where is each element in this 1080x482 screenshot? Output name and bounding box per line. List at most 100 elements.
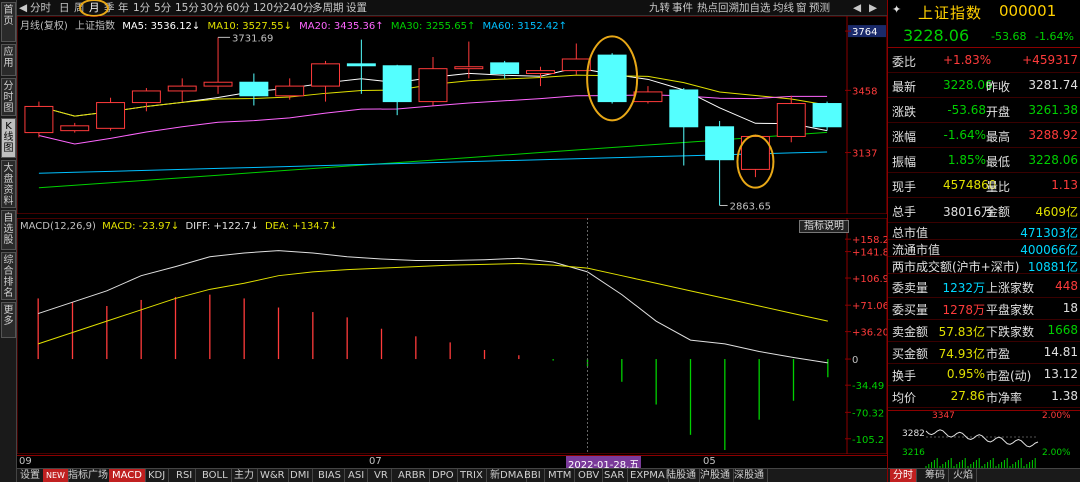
candle-12 — [454, 66, 484, 70]
period-14[interactable]: 设置 — [346, 1, 367, 15]
left-tab-7[interactable]: 更多 — [1, 302, 16, 338]
toolbar-right-4[interactable]: 均线 — [773, 1, 794, 15]
period-13[interactable]: 多周期 — [312, 1, 344, 15]
candle-20 — [740, 135, 770, 170]
left-tab-3[interactable]: K线图 — [1, 118, 16, 158]
indicator-tab-19[interactable]: OBV — [575, 469, 604, 482]
mini-tab-2[interactable]: 火焰 — [950, 469, 977, 482]
indicator-tab-3[interactable]: MACD — [109, 469, 146, 482]
indicator-tab-11[interactable]: ASI — [345, 469, 369, 482]
indicator-tab-24[interactable]: 深股通 — [731, 469, 768, 482]
diff-line — [38, 250, 828, 364]
candle-18 — [669, 89, 699, 128]
quote-row-2: 涨跌 -53.68 开盘 3261.38 — [888, 98, 1080, 123]
left-tab-2[interactable]: 分时图 — [1, 78, 16, 116]
high-label: 3731.69 — [232, 33, 273, 44]
left-tab-5[interactable]: 自选股 — [1, 210, 16, 250]
mini-tab-0[interactable]: 分时 — [890, 469, 917, 482]
period-6[interactable]: 1分 — [133, 1, 150, 15]
star-icon[interactable]: ✦ — [892, 3, 901, 16]
quote-value-6: 38016万 — [943, 205, 994, 219]
period-8[interactable]: 15分 — [175, 1, 199, 15]
indicator-tab-6[interactable]: BOLL — [199, 469, 232, 482]
macd-chart[interactable]: +158.2 +141.8 +106.9 +71.06 +36.20 0 -34.49 -70… — [16, 217, 889, 455]
quote-change-pct: -1.64% — [1035, 30, 1074, 43]
time-label-07: 07 — [369, 456, 382, 467]
indicator-tab-15[interactable]: TRIX — [457, 469, 487, 482]
candle-19 — [705, 126, 735, 161]
quote-value2-6: 4609亿 — [1035, 205, 1078, 219]
indicator-tab-7[interactable]: 主力 — [231, 469, 258, 482]
toolbar-right-0[interactable]: 九转 — [649, 1, 670, 15]
indicator-help-button[interactable]: 指标说明 — [799, 220, 849, 233]
indicator-tab-14[interactable]: DPO — [429, 469, 458, 482]
candle-1 — [60, 125, 90, 132]
indicator-tab-22[interactable]: 陆股通 — [663, 469, 700, 482]
mini-intraday-chart[interactable]: 3347 3282 3216 2.00% 2.00% — [888, 410, 1080, 469]
indicator-tab-5[interactable]: RSI — [173, 469, 197, 482]
period-1[interactable]: 日 — [59, 1, 70, 15]
quote-value-3: -1.64% — [943, 128, 986, 142]
period-5[interactable]: 年 — [118, 1, 129, 15]
left-tab-1[interactable]: 应用 — [1, 44, 16, 76]
candle-8 — [311, 63, 340, 87]
candle-0 — [24, 105, 54, 134]
indicator-tab-12[interactable]: VR — [371, 469, 392, 482]
prev-arrow-icon[interactable]: ◀ — [853, 1, 861, 15]
toolbar-right-6[interactable]: 预测 — [809, 1, 830, 15]
indicator-tab-0[interactable]: 设置 — [17, 469, 44, 482]
period-10[interactable]: 60分 — [226, 1, 250, 15]
indicator-tab-17[interactable]: BBI — [521, 469, 545, 482]
toolbar-right-1[interactable]: 事件 — [672, 1, 693, 15]
kline-chart[interactable]: 3731.69 2863.65 3764 3458 3137 月线(复权) 上证指数 M… — [16, 15, 888, 215]
indicator-tab-4[interactable]: KDJ — [145, 469, 170, 482]
candle-7 — [275, 85, 305, 97]
stats-label-5: 均价 — [892, 391, 917, 405]
period-0[interactable]: 分时 — [30, 1, 51, 15]
quote-row-3: 涨幅 -1.64% 最高 3288.92 — [888, 123, 1080, 148]
stats-value-2: 57.83亿 — [938, 325, 985, 339]
period-9[interactable]: 30分 — [200, 1, 224, 15]
market-row-0: 总市值 471303亿 — [888, 223, 1080, 240]
mini-price-line — [925, 429, 1039, 448]
indicator-tabs: 设置 NEW 指标广场 MACD KDJ RSI BOLL 主力 W&R DMI BIAS ASI VR… — [17, 468, 887, 482]
period-7[interactable]: 5分 — [154, 1, 171, 15]
back-arrow-icon[interactable]: ◀ — [19, 1, 27, 15]
quote-value2-0: +459317 — [1022, 53, 1078, 67]
indicator-tab-9[interactable]: DMI — [287, 469, 314, 482]
stats-label2-1: 平盘家数 — [986, 303, 1035, 317]
indicator-tab-20[interactable]: SAR — [601, 469, 629, 482]
next-arrow-icon[interactable]: ▶ — [869, 1, 877, 15]
toolbar-right-3[interactable]: 加自选 — [739, 1, 771, 15]
ma60-value: MA60: 3152.42↑ — [482, 21, 567, 32]
left-tab-0[interactable]: 首页 — [1, 2, 16, 42]
indicator-tab-13[interactable]: ARBR — [395, 469, 430, 482]
indicator-tab-23[interactable]: 沪股通 — [697, 469, 734, 482]
left-tab-4[interactable]: 大盘资料 — [1, 160, 16, 208]
quote-value-5: 4574860 — [943, 178, 997, 192]
macd-tick-label-4: +36.20 — [852, 328, 887, 339]
indicator-tab-2[interactable]: 指标广场 — [65, 469, 112, 482]
candle-4 — [167, 85, 197, 92]
stats-value2-1: 18 — [1062, 301, 1078, 315]
quote-price: 3228.06 — [903, 26, 970, 45]
period-12[interactable]: 240分 — [283, 1, 314, 15]
period-3[interactable]: 月 — [89, 1, 100, 15]
period-2[interactable]: 周 — [74, 1, 85, 15]
mini-tab-1[interactable]: 筹码 — [922, 469, 949, 482]
indicator-tab-10[interactable]: BIAS — [315, 469, 345, 482]
indicator-tab-18[interactable]: MTM — [545, 469, 576, 482]
market-value-1: 400066亿 — [1020, 243, 1078, 257]
period-toolbar: ◀ ◀ ▶ 分时日周月季年 1分 5分 15分 30分 60分 120分 240分 多周期 设置 九… — [17, 0, 887, 17]
indicator-tab-8[interactable]: W&R — [257, 469, 289, 482]
stats-label-1: 委买量 — [892, 303, 929, 317]
toolbar-right-5[interactable]: 窗 — [796, 1, 807, 15]
stats-label2-5: 市净率 — [986, 391, 1023, 405]
period-11[interactable]: 120分 — [253, 1, 284, 15]
stats-row-1: 委买量 1278万 平盘家数 18 — [888, 298, 1080, 320]
stats-value-5: 27.86 — [950, 389, 985, 403]
left-tab-6[interactable]: 综合排名 — [1, 252, 16, 300]
toolbar-right-2[interactable]: 热点回溯 — [697, 1, 739, 15]
quote-value-2: -53.68 — [947, 103, 986, 117]
period-4[interactable]: 季 — [104, 1, 115, 15]
